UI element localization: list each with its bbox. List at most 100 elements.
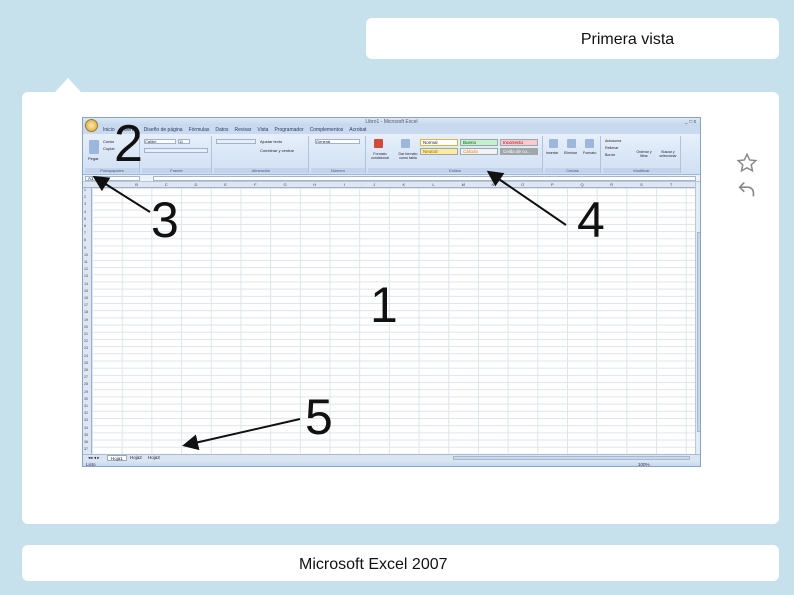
column-header[interactable]: Q xyxy=(567,182,597,187)
column-header[interactable]: N xyxy=(478,182,508,187)
column-header[interactable]: A xyxy=(92,182,122,187)
row-header[interactable]: 29 xyxy=(84,390,88,394)
row-header[interactable]: 35 xyxy=(84,433,88,437)
star-icon[interactable] xyxy=(736,152,758,174)
row-header[interactable]: 27 xyxy=(84,375,88,379)
row-header[interactable]: 2 xyxy=(84,195,86,199)
tab-vista[interactable]: Vista xyxy=(257,127,268,133)
font-format-buttons[interactable] xyxy=(144,148,208,153)
row-header[interactable]: 37 xyxy=(84,447,88,451)
style-bueno[interactable]: Bueno xyxy=(460,139,498,146)
number-format-select[interactable]: General xyxy=(315,139,360,144)
tab-inicio[interactable]: Inicio xyxy=(103,127,115,133)
row-header[interactable]: 26 xyxy=(84,368,88,372)
wrap-text-button[interactable]: Ajustar texto xyxy=(260,139,282,144)
font-size-select[interactable]: 11 xyxy=(178,139,190,144)
column-header[interactable]: O xyxy=(508,182,538,187)
row-header[interactable]: 24 xyxy=(84,354,88,358)
row-header[interactable]: 15 xyxy=(84,289,88,293)
column-header[interactable]: H xyxy=(300,182,330,187)
insert-icon[interactable] xyxy=(549,139,558,148)
find-button[interactable]: Buscar y seleccionar xyxy=(656,150,680,158)
column-header[interactable]: I xyxy=(330,182,360,187)
table-format-icon[interactable] xyxy=(401,139,410,148)
tab-formulas[interactable]: Fórmulas xyxy=(189,127,210,133)
column-header[interactable]: R xyxy=(597,182,627,187)
cut-button[interactable]: Cortar xyxy=(103,139,114,144)
tab-revisar[interactable]: Revisar xyxy=(234,127,251,133)
row-header[interactable]: 21 xyxy=(84,332,88,336)
format-icon[interactable] xyxy=(585,139,594,148)
row-header[interactable]: 5 xyxy=(84,217,86,221)
tab-programador[interactable]: Programador xyxy=(274,127,303,133)
scroll-thumb[interactable] xyxy=(697,232,700,432)
row-header[interactable]: 13 xyxy=(84,274,88,278)
cond-format-icon[interactable] xyxy=(374,139,383,148)
row-header[interactable]: 8 xyxy=(84,238,86,242)
sort-button[interactable]: Ordenar y filtrar xyxy=(633,150,655,158)
row-header[interactable]: 18 xyxy=(84,310,88,314)
row-header[interactable]: 9 xyxy=(84,246,86,250)
paste-icon[interactable] xyxy=(89,140,99,154)
tab-complementos[interactable]: Complementos xyxy=(310,127,344,133)
column-header[interactable]: B xyxy=(122,182,152,187)
vertical-scrollbar[interactable] xyxy=(695,182,700,456)
column-header[interactable]: K xyxy=(389,182,419,187)
horizontal-scrollbar[interactable] xyxy=(453,456,690,460)
column-header[interactable]: S xyxy=(627,182,657,187)
row-header[interactable]: 30 xyxy=(84,397,88,401)
row-header[interactable]: 11 xyxy=(84,260,88,264)
fill-button[interactable]: Rellenar xyxy=(605,146,618,150)
row-header[interactable]: 6 xyxy=(84,224,86,228)
row-header[interactable]: 17 xyxy=(84,303,88,307)
style-normal[interactable]: Normal xyxy=(420,139,458,146)
column-header[interactable]: E xyxy=(211,182,241,187)
row-header[interactable]: 10 xyxy=(84,253,88,257)
column-header[interactable]: F xyxy=(241,182,271,187)
style-neutral[interactable]: Neutral xyxy=(420,148,458,155)
row-header[interactable]: 20 xyxy=(84,325,88,329)
autosum-button[interactable]: Autosuma xyxy=(605,139,621,143)
tab-diseno[interactable]: Diseño de página xyxy=(144,127,183,133)
column-header[interactable]: L xyxy=(419,182,449,187)
style-celda[interactable]: Celda de co... xyxy=(500,148,538,155)
name-box[interactable]: A1 xyxy=(85,176,140,181)
font-name-select[interactable]: Calibri xyxy=(144,139,176,144)
row-header[interactable]: 23 xyxy=(84,346,88,350)
office-button[interactable] xyxy=(85,119,98,132)
row-header[interactable]: 19 xyxy=(84,318,88,322)
tab-datos[interactable]: Datos xyxy=(215,127,228,133)
formula-input[interactable] xyxy=(153,176,696,181)
row-header[interactable]: 22 xyxy=(84,339,88,343)
column-header[interactable]: M xyxy=(448,182,478,187)
clear-button[interactable]: Borrar xyxy=(605,153,615,157)
row-header[interactable]: 32 xyxy=(84,411,88,415)
zoom-level[interactable]: 100% xyxy=(638,462,650,466)
column-header[interactable]: P xyxy=(538,182,568,187)
undo-icon[interactable] xyxy=(736,178,758,200)
column-header[interactable]: D xyxy=(181,182,211,187)
row-header[interactable]: 12 xyxy=(84,267,88,271)
delete-icon[interactable] xyxy=(567,139,576,148)
column-header[interactable]: C xyxy=(151,182,181,187)
row-header[interactable]: 1 xyxy=(84,188,86,192)
merge-button[interactable]: Combinar y centrar xyxy=(260,148,294,153)
row-header[interactable]: 36 xyxy=(84,440,88,444)
align-buttons[interactable] xyxy=(216,139,256,144)
row-header[interactable]: 3 xyxy=(84,202,86,206)
style-calculo[interactable]: Cálculo xyxy=(460,148,498,155)
row-header[interactable]: 28 xyxy=(84,382,88,386)
row-header[interactable]: 16 xyxy=(84,296,88,300)
row-header[interactable]: 7 xyxy=(84,231,86,235)
row-header[interactable]: 25 xyxy=(84,361,88,365)
row-header[interactable]: 33 xyxy=(84,418,88,422)
column-header[interactable]: J xyxy=(359,182,389,187)
style-incorrecto[interactable]: Incorrecto xyxy=(500,139,538,146)
row-header[interactable]: 14 xyxy=(84,282,88,286)
column-header[interactable]: G xyxy=(270,182,300,187)
window-controls[interactable]: _ □ x xyxy=(685,119,696,125)
tab-acrobat[interactable]: Acrobat xyxy=(349,127,366,133)
row-header[interactable]: 34 xyxy=(84,426,88,430)
column-header[interactable]: T xyxy=(656,182,686,187)
row-header[interactable]: 31 xyxy=(84,404,88,408)
